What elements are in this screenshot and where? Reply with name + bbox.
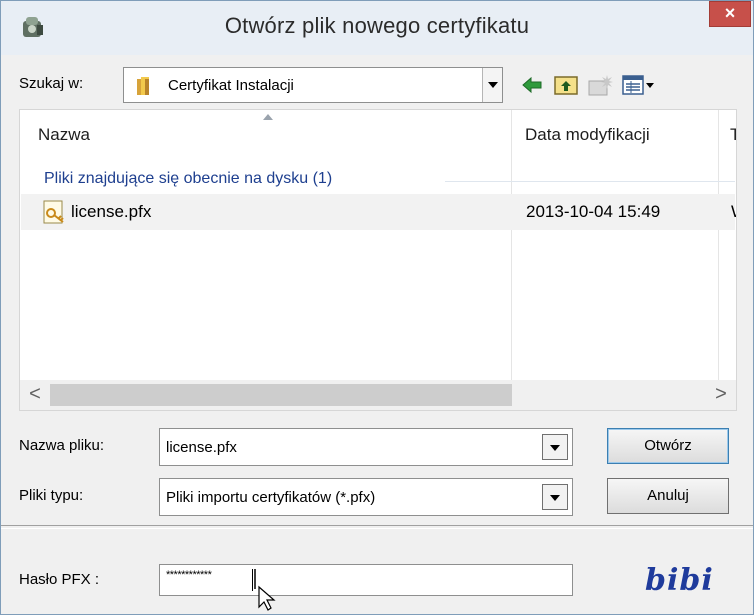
file-name: license.pfx	[71, 202, 152, 221]
look-in-combo[interactable]: Certyfikat Instalacji	[123, 67, 503, 103]
file-list[interactable]: Nazwa Data modyfikacji Ty Pliki znajdują…	[19, 109, 737, 411]
cancel-button[interactable]: Anuluj	[607, 478, 729, 514]
password-input[interactable]: ************	[159, 564, 573, 596]
password-value: ************	[166, 569, 212, 581]
view-menu-icon[interactable]	[621, 73, 657, 97]
chevron-down-icon[interactable]	[542, 484, 568, 510]
scroll-left-arrow[interactable]: <	[20, 380, 50, 410]
filetype-combo[interactable]: Pliki importu certyfikatów (*.pfx)	[159, 478, 573, 516]
column-divider	[718, 110, 719, 410]
filename-label: Nazwa pliku:	[19, 437, 105, 454]
filename-combo[interactable]: license.pfx	[159, 428, 573, 466]
file-type: W	[731, 202, 736, 222]
window-title: Otwórz plik nowego certyfikatu	[224, 13, 530, 38]
chevron-down-icon[interactable]	[482, 68, 502, 102]
look-in-value: Certyfikat Instalacji	[168, 77, 294, 94]
scrollbar-thumb[interactable]	[50, 384, 512, 406]
column-header-name[interactable]: Nazwa	[38, 110, 508, 160]
brand-logo: bibi	[645, 563, 714, 598]
chevron-down-icon[interactable]	[542, 434, 568, 460]
group-divider	[445, 181, 735, 182]
column-header-type[interactable]: Ty	[730, 110, 736, 160]
file-date: 2013-10-04 15:49	[526, 202, 661, 221]
title-bar: Otwórz plik nowego certyfikatu ×	[1, 1, 753, 55]
filetype-value: Pliki importu certyfikatów (*.pfx)	[166, 489, 376, 506]
certificate-file-icon	[43, 200, 64, 224]
column-header-date[interactable]: Data modyfikacji	[525, 110, 715, 160]
mouse-cursor-icon	[254, 569, 276, 611]
horizontal-scrollbar[interactable]: < >	[20, 380, 736, 410]
filename-value: license.pfx	[166, 439, 237, 456]
table-row[interactable]: license.pfx 2013-10-04 15:49 W	[21, 194, 736, 230]
column-divider	[511, 110, 512, 410]
up-folder-icon[interactable]	[553, 73, 579, 97]
folder-icon	[137, 77, 149, 95]
open-button[interactable]: Otwórz	[607, 428, 729, 464]
separator	[1, 525, 753, 529]
back-arrow-icon[interactable]	[519, 73, 545, 97]
group-header[interactable]: Pliki znajdujące się obecnie na dysku (1…	[44, 170, 332, 188]
look-in-label: Szukaj w:	[19, 75, 84, 92]
password-label: Hasło PFX :	[19, 571, 100, 588]
open-certificate-dialog: Otwórz plik nowego certyfikatu × Szukaj …	[0, 0, 754, 615]
new-folder-icon[interactable]	[587, 73, 615, 97]
close-button[interactable]: ×	[709, 1, 751, 27]
filetype-label: Pliki typu:	[19, 487, 84, 504]
scroll-right-arrow[interactable]: >	[706, 380, 736, 410]
